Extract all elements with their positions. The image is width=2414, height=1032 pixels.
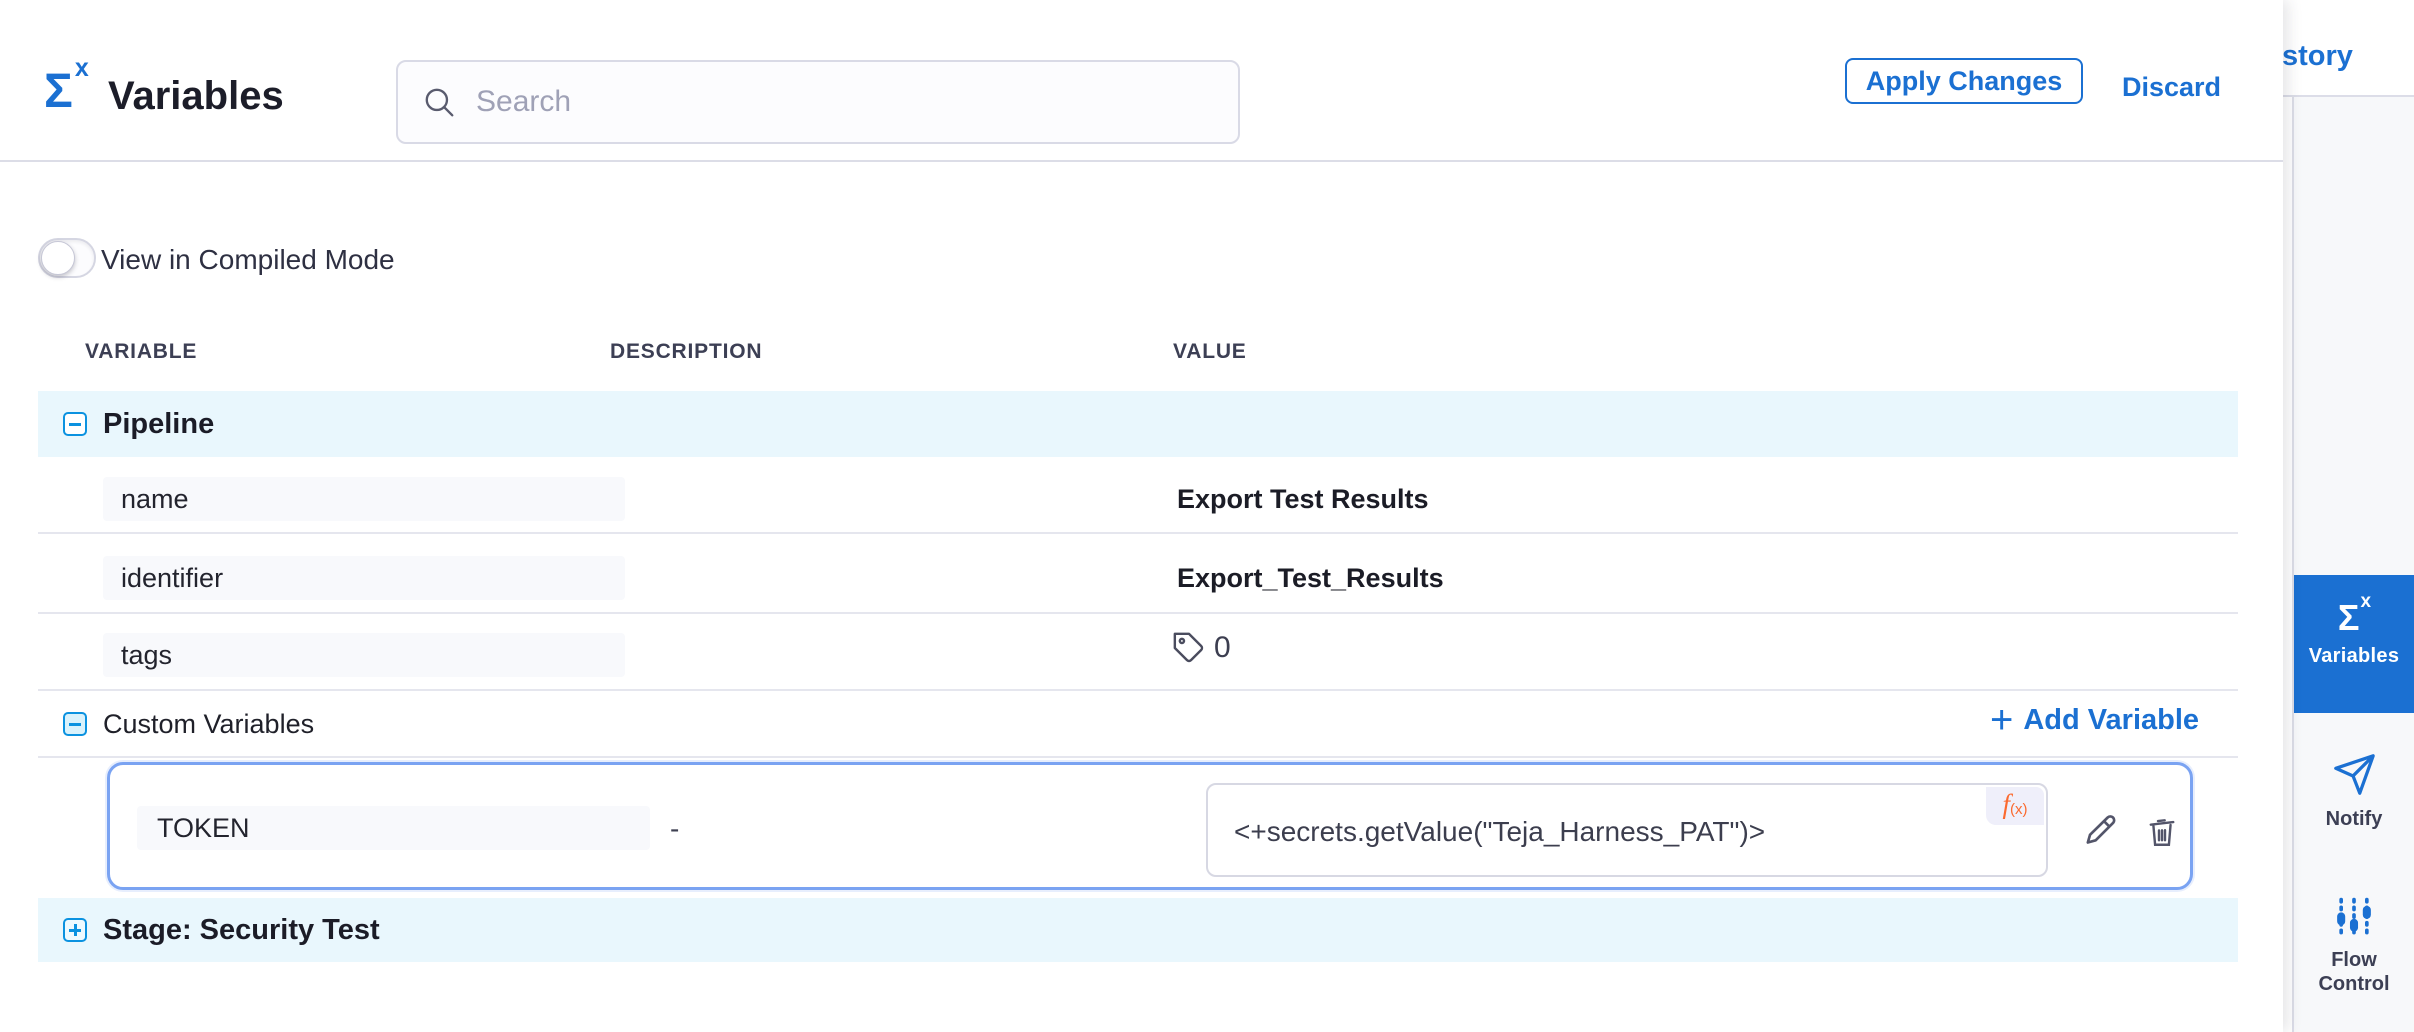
- variables-panel-screen: story Σx Variables Notify Flow Control: [0, 0, 2414, 1032]
- variables-title-sigma-icon: Σx: [44, 56, 87, 118]
- variable-value: Export Test Results: [1177, 484, 1429, 515]
- sidebar-item-variables[interactable]: Σx Variables: [2294, 575, 2414, 713]
- variable-name-field: name: [103, 477, 625, 521]
- paper-plane-icon: [2331, 752, 2377, 798]
- sidebar-item-label: Variables: [2294, 645, 2414, 668]
- history-link-clipped[interactable]: story: [2282, 40, 2353, 73]
- sidebar-item-notify[interactable]: Notify: [2294, 752, 2414, 831]
- page-title: Variables: [108, 74, 284, 119]
- collapse-minus-icon[interactable]: [63, 712, 87, 736]
- row-divider: [38, 532, 2238, 534]
- compiled-mode-label: View in Compiled Mode: [101, 244, 395, 276]
- fx-glyph: f: [2002, 791, 2010, 818]
- studio-right-sidebar: Σx Variables Notify Flow Control: [2292, 97, 2414, 1032]
- custom-variables-section-row[interactable]: Custom Variables: [38, 692, 2238, 756]
- row-divider: [38, 689, 2238, 691]
- column-header-description: DESCRIPTION: [610, 340, 762, 364]
- expression-fx-badge[interactable]: f (x): [1986, 787, 2044, 825]
- column-header-variable: VARIABLE: [85, 340, 197, 364]
- compiled-mode-toggle[interactable]: [38, 238, 96, 278]
- collapse-minus-icon[interactable]: [63, 412, 87, 436]
- search-box: [396, 60, 1240, 144]
- sidebar-item-label: Notify: [2294, 807, 2414, 831]
- discard-button[interactable]: Discard: [2122, 72, 2221, 103]
- variables-drawer: Σx Variables Apply Changes Discard View …: [0, 0, 2283, 1032]
- trash-icon: [2144, 813, 2180, 851]
- edit-variable-button[interactable]: [2082, 811, 2122, 851]
- variable-value: Export_Test_Results: [1177, 563, 1444, 594]
- fx-sub-glyph: (x): [2010, 801, 2028, 818]
- sidebar-item-label: Flow Control: [2311, 948, 2397, 996]
- tags-value: 0: [1172, 631, 1231, 665]
- variable-value-input[interactable]: <+secrets.getValue("Teja_Harness_PAT")> …: [1206, 783, 2048, 877]
- add-variable-label: Add Variable: [2023, 704, 2199, 737]
- add-variable-button[interactable]: + Add Variable: [1990, 700, 2199, 740]
- plus-icon: +: [1990, 700, 2013, 740]
- secret-expression-value: <+secrets.getValue("Teja_Harness_PAT")>: [1234, 816, 1765, 848]
- sigma-sup-glyph: x: [75, 54, 89, 82]
- custom-variable-card: TOKEN - <+secrets.getValue("Teja_Harness…: [107, 762, 2193, 890]
- variable-description: -: [670, 813, 679, 845]
- tags-count: 0: [1214, 631, 1231, 665]
- delete-variable-button[interactable]: [2144, 813, 2180, 851]
- sidebar-item-flow-control[interactable]: Flow Control: [2294, 895, 2414, 996]
- section-title: Stage: Security Test: [103, 914, 380, 947]
- sigma-sup-glyph: x: [2361, 591, 2372, 612]
- search-input[interactable]: [474, 84, 1198, 120]
- sigma-x-icon: Σx: [2294, 593, 2414, 637]
- row-divider: [38, 612, 2238, 614]
- sigma-glyph: Σ: [44, 65, 73, 118]
- variable-name-field: tags: [103, 633, 625, 677]
- sliders-icon: [2332, 895, 2376, 939]
- pencil-icon: [2082, 811, 2122, 851]
- section-title: Custom Variables: [103, 709, 314, 740]
- search-icon: [422, 85, 456, 119]
- row-divider: [38, 756, 2238, 758]
- stage-section-row[interactable]: Stage: Security Test: [38, 898, 2238, 962]
- toggle-knob: [41, 241, 75, 275]
- variable-name-field: TOKEN: [137, 806, 650, 850]
- tag-icon: [1172, 631, 1206, 665]
- expand-plus-icon[interactable]: [63, 918, 87, 942]
- section-title: Pipeline: [103, 408, 214, 441]
- pipeline-section-row[interactable]: Pipeline: [38, 391, 2238, 457]
- sigma-glyph: Σ: [2338, 597, 2360, 638]
- column-header-value: VALUE: [1173, 340, 1247, 364]
- apply-changes-button[interactable]: Apply Changes: [1845, 58, 2083, 104]
- variable-name-field: identifier: [103, 556, 625, 600]
- header-divider: [0, 160, 2283, 162]
